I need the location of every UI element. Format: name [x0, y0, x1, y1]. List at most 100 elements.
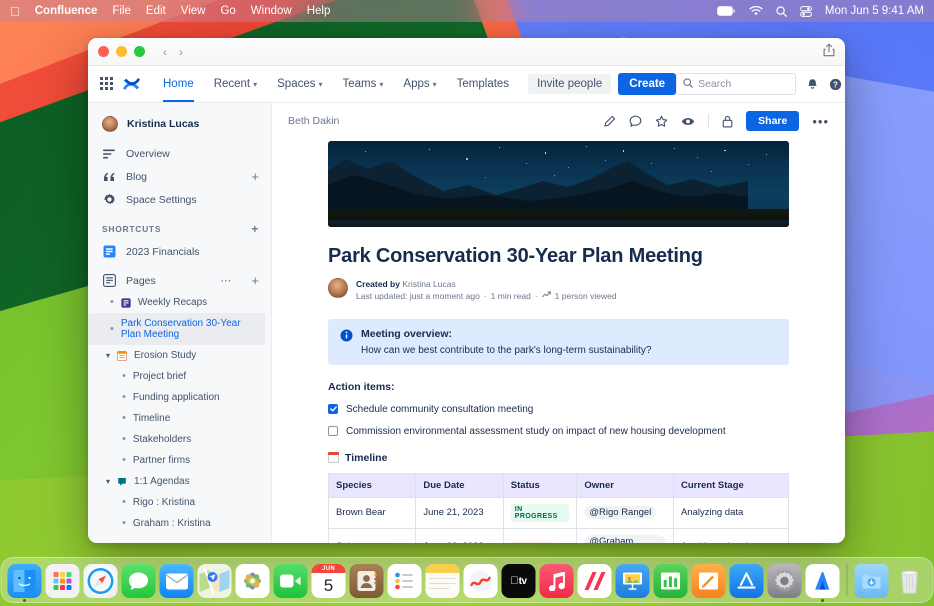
mention-chip[interactable]: @Graham McBride	[584, 534, 666, 543]
dock-app-contacts[interactable]	[349, 564, 384, 598]
author-name[interactable]: Kristina Lucas	[402, 279, 455, 289]
battery-icon[interactable]	[716, 6, 736, 16]
sidebar-page-stakeholders[interactable]: • Stakeholders	[88, 429, 271, 450]
dock-app-reminders[interactable]	[387, 564, 422, 598]
search-input[interactable]: Search	[676, 73, 797, 95]
help-icon[interactable]: ?	[829, 78, 842, 91]
sidebar-page-erosion-study[interactable]: ▾ Erosion Study	[88, 345, 271, 366]
chevron-down-icon[interactable]: ▾	[106, 477, 110, 486]
pages-more-actions-button[interactable]: ⋯	[220, 274, 232, 287]
dock-app-app-store[interactable]	[729, 564, 764, 598]
add-blog-post-button[interactable]: +	[251, 170, 259, 183]
forward-button[interactable]: ›	[179, 46, 183, 58]
add-page-button[interactable]: +	[251, 274, 259, 287]
app-switcher-icon[interactable]	[100, 77, 113, 91]
nav-item-home[interactable]: Home	[154, 66, 203, 102]
confluence-logo-icon[interactable]	[123, 76, 140, 92]
column-header-due-date[interactable]: Due Date	[415, 472, 504, 498]
more-actions-button[interactable]: •••	[812, 114, 829, 129]
menu-app-name[interactable]: Confluence	[35, 5, 98, 17]
column-header-status[interactable]: Status	[502, 472, 578, 498]
menu-item-edit[interactable]: Edit	[146, 5, 166, 17]
sidebar-item-space-settings[interactable]: Space Settings	[88, 188, 271, 211]
menu-item-file[interactable]: File	[112, 5, 131, 17]
nav-item-templates[interactable]: Templates	[448, 66, 518, 102]
table-row[interactable]: Salmon June 26, 2023 DELAYED @Graham McB…	[327, 527, 790, 543]
dock-app-tv[interactable]: tv	[501, 564, 536, 598]
comment-icon[interactable]	[629, 115, 642, 128]
nav-item-teams[interactable]: Teams ▾	[334, 66, 393, 102]
task-checkbox-checked[interactable]	[328, 404, 338, 415]
menu-item-view[interactable]: View	[181, 5, 206, 17]
dock-app-launchpad[interactable]	[45, 564, 80, 598]
table-row[interactable]: Brown Bear June 21, 2023 IN PROGRESS @Ri…	[327, 496, 790, 529]
add-shortcut-button[interactable]: +	[251, 223, 259, 235]
minimize-window-button[interactable]	[116, 46, 127, 57]
sidebar-page-partner-firms[interactable]: • Partner firms	[88, 450, 271, 471]
back-button[interactable]: ‹	[163, 46, 167, 58]
dock-app-messages[interactable]	[121, 564, 156, 598]
dock-downloads-folder[interactable]	[854, 564, 889, 598]
dock-app-numbers[interactable]	[653, 564, 688, 598]
wifi-icon[interactable]	[749, 6, 763, 16]
notifications-bell-icon[interactable]	[806, 78, 819, 91]
menu-item-window[interactable]: Window	[251, 5, 292, 17]
sidebar-page-project-brief[interactable]: • Project brief	[88, 366, 271, 387]
nav-item-recent[interactable]: Recent ▾	[205, 66, 266, 102]
dock-trash[interactable]	[893, 564, 927, 598]
sidebar-space-header[interactable]: Kristina Lucas	[88, 113, 271, 143]
sidebar-page-rigo-kristina[interactable]: • Rigo : Kristina	[88, 492, 271, 513]
restrictions-lock-icon[interactable]	[722, 115, 733, 128]
breadcrumb[interactable]: Beth Dakin	[288, 115, 339, 127]
sidebar-page-1-1-agendas[interactable]: ▾ 1:1 Agendas	[88, 471, 271, 492]
dock-app-facetime[interactable]	[273, 564, 308, 598]
sidebar-shortcut-2023-financials[interactable]: 2023 Financials	[88, 240, 271, 263]
invite-people-button[interactable]: Invite people	[528, 74, 612, 94]
task-item[interactable]: Commission environmental assessment stud…	[328, 426, 789, 437]
analytics-icon[interactable]	[541, 290, 551, 302]
dock-app-news[interactable]	[577, 564, 612, 598]
column-header-current-stage[interactable]: Current Stage	[672, 472, 790, 498]
dock-app-mail[interactable]	[159, 564, 194, 598]
dock-app-safari[interactable]	[83, 564, 118, 598]
dock-app-finder[interactable]	[7, 564, 42, 602]
sidebar-pages-header[interactable]: Pages ⋯ +	[88, 269, 271, 292]
control-center-icon[interactable]	[800, 5, 812, 17]
maximize-window-button[interactable]	[134, 46, 145, 57]
mention-chip[interactable]: @Rigo Rangel	[584, 506, 657, 520]
task-item[interactable]: Schedule community consultation meeting	[328, 404, 789, 415]
column-header-owner[interactable]: Owner	[576, 472, 674, 498]
dock-app-notes[interactable]	[425, 564, 460, 598]
column-header-species[interactable]: Species	[327, 472, 417, 498]
dock-app-atlassian-confluence[interactable]	[805, 564, 840, 602]
close-window-button[interactable]	[98, 46, 109, 57]
create-button[interactable]: Create	[618, 73, 677, 95]
sidebar-page-graham-kristina[interactable]: • Graham : Kristina	[88, 513, 271, 534]
menu-item-help[interactable]: Help	[307, 5, 331, 17]
sidebar-page-funding-application[interactable]: • Funding application	[88, 387, 271, 408]
sidebar-item-blog[interactable]: Blog +	[88, 165, 271, 188]
dock-app-calendar[interactable]: JUN 5	[311, 564, 346, 598]
menu-bar-clock[interactable]: Mon Jun 5 9:41 AM	[825, 5, 924, 17]
nav-item-apps[interactable]: Apps ▾	[394, 66, 445, 102]
edit-pencil-icon[interactable]	[603, 115, 616, 128]
share-icon[interactable]	[823, 43, 835, 60]
dock-app-freeform[interactable]	[463, 564, 498, 598]
share-button[interactable]: Share	[746, 111, 800, 131]
star-icon[interactable]	[655, 115, 668, 128]
dock-app-pages[interactable]	[691, 564, 726, 598]
dock-app-system-settings[interactable]	[767, 564, 802, 598]
sidebar-page-park-conservation[interactable]: • Park Conservation 30-Year Plan Meeting	[88, 313, 265, 345]
task-checkbox-unchecked[interactable]	[328, 426, 338, 437]
chevron-down-icon[interactable]: ▾	[106, 351, 110, 360]
watch-eye-icon[interactable]	[681, 115, 695, 128]
sidebar-page-timeline[interactable]: • Timeline	[88, 408, 271, 429]
dock-app-music[interactable]	[539, 564, 574, 598]
menu-item-go[interactable]: Go	[220, 5, 235, 17]
sidebar-item-overview[interactable]: Overview	[88, 143, 271, 165]
sidebar-page-weekly-recaps[interactable]: • Weekly Recaps	[88, 292, 271, 313]
spotlight-search-icon[interactable]	[776, 5, 787, 17]
nav-item-spaces[interactable]: Spaces ▾	[268, 66, 331, 102]
dock-app-maps[interactable]	[197, 564, 232, 598]
dock-app-photos[interactable]	[235, 564, 270, 598]
